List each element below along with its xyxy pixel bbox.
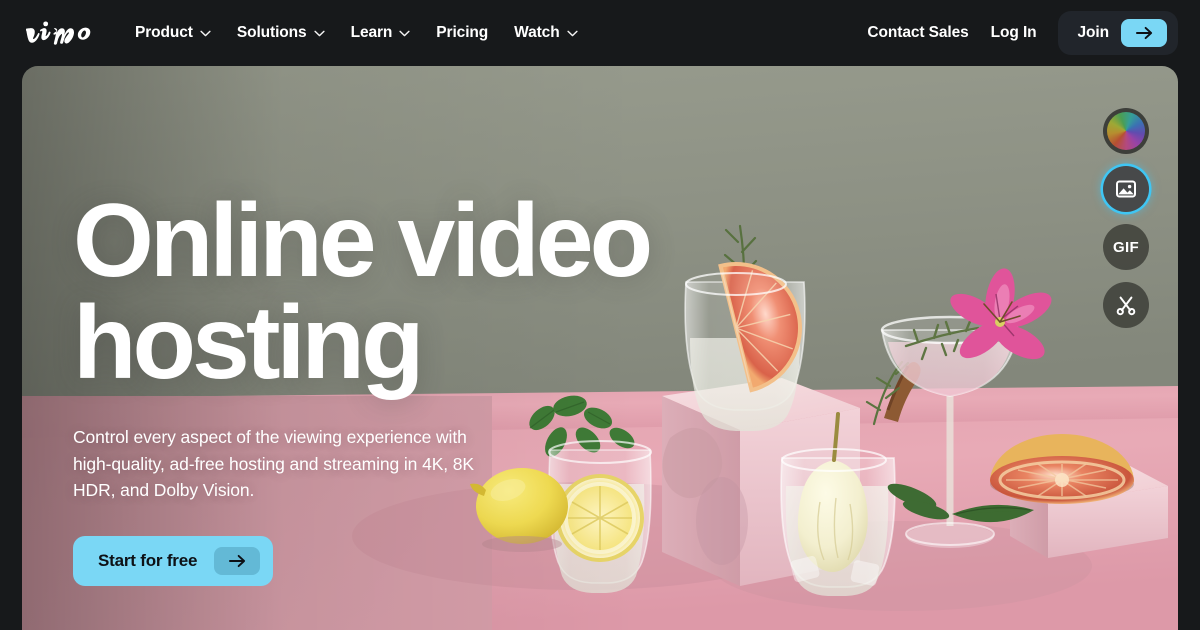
primary-nav-links: Product Solutions Learn Pricing Watch: [122, 13, 591, 53]
nav-item-learn[interactable]: Learn: [338, 13, 424, 53]
log-in-link[interactable]: Log In: [980, 24, 1048, 42]
nav-left-group: Product Solutions Learn Pricing Watch: [0, 13, 591, 53]
gif-tool[interactable]: GIF: [1103, 224, 1149, 270]
chevron-down-icon: [399, 30, 410, 36]
trim-tool[interactable]: [1103, 282, 1149, 328]
join-button-label: Join: [1077, 24, 1110, 41]
top-navigation-bar: Product Solutions Learn Pricing Watch Co…: [0, 0, 1200, 66]
gif-text-icon: GIF: [1113, 238, 1139, 256]
color-wheel-icon: [1107, 112, 1145, 150]
scissors-icon: [1116, 296, 1136, 316]
image-icon: [1116, 180, 1136, 198]
nav-item-pricing-label: Pricing: [436, 24, 489, 41]
hero-banner: Online video hosting Control every aspec…: [22, 66, 1178, 630]
chevron-down-icon: [313, 30, 325, 36]
nav-item-product-label: Product: [135, 24, 193, 41]
chevron-down-icon: [200, 30, 211, 36]
vimeo-logo[interactable]: [26, 20, 98, 46]
nav-right-group: Contact Sales Log In Join: [856, 11, 1200, 55]
image-tool[interactable]: [1103, 166, 1149, 212]
start-for-free-button[interactable]: Start for free: [73, 536, 274, 587]
nav-item-solutions[interactable]: Solutions: [224, 13, 338, 53]
color-wheel-tool[interactable]: [1103, 108, 1149, 154]
page-root: Product Solutions Learn Pricing Watch Co…: [0, 0, 1200, 630]
contact-sales-link[interactable]: Contact Sales: [856, 24, 979, 42]
hero-copy: Online video hosting Control every aspec…: [73, 189, 693, 587]
hero-title-line-2: hosting: [73, 284, 424, 401]
nav-item-watch[interactable]: Watch: [501, 13, 590, 53]
nav-item-product[interactable]: Product: [122, 13, 224, 53]
nav-item-pricing[interactable]: Pricing: [423, 13, 501, 53]
start-for-free-label: Start for free: [98, 551, 198, 571]
page-title: Online video hosting: [73, 189, 693, 395]
tool-rail: GIF: [1103, 108, 1149, 328]
nav-item-solutions-label: Solutions: [236, 24, 307, 41]
arrow-right-icon: [214, 547, 261, 576]
nav-item-learn-label: Learn: [350, 24, 393, 41]
hero-title-line-1: Online video: [73, 183, 653, 299]
nav-item-watch-label: Watch: [514, 24, 560, 41]
join-button[interactable]: Join: [1057, 11, 1178, 55]
chevron-down-icon: [566, 30, 578, 36]
arrow-right-icon: [1121, 19, 1167, 47]
hero-subtitle: Control every aspect of the viewing expe…: [73, 426, 475, 501]
